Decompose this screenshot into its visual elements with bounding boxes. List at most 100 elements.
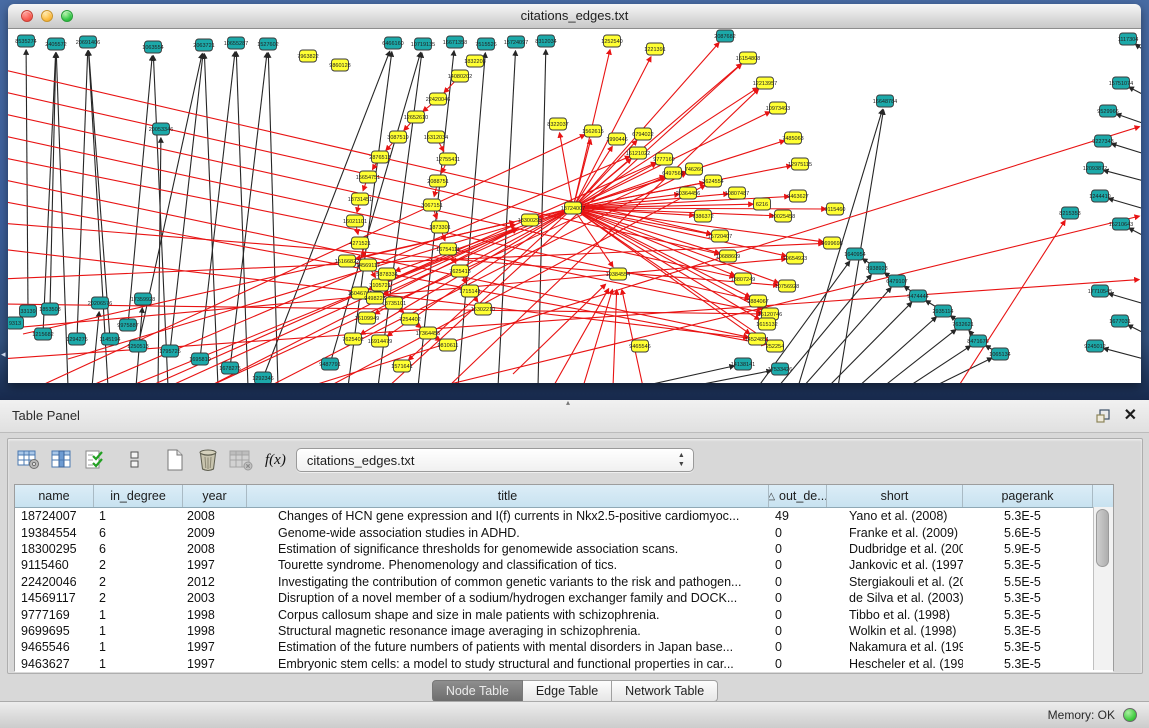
- graph-node[interactable]: 1615132: [756, 318, 777, 330]
- graph-node[interactable]: 17359928: [131, 293, 155, 305]
- graph-node[interactable]: 22420046: [426, 93, 450, 105]
- table-row[interactable]: 1872400712008Changes of HCN gene express…: [15, 508, 1113, 524]
- graph-node[interactable]: 9529966: [1097, 105, 1118, 117]
- graph-node[interactable]: 7625413: [449, 265, 470, 277]
- graph-node[interactable]: 1117304: [1118, 33, 1139, 45]
- graph-node[interactable]: 16754111: [436, 243, 460, 255]
- graph-node[interactable]: 7386372: [692, 210, 713, 222]
- table-row[interactable]: 2242004622012Investigating the contribut…: [15, 574, 1113, 590]
- graph-node[interactable]: 9245012: [1084, 340, 1105, 352]
- graph-node[interactable]: 10719135: [411, 38, 435, 50]
- column-header-name[interactable]: name: [15, 485, 94, 507]
- graph-node[interactable]: 20691406: [76, 36, 100, 48]
- table-row[interactable]: 977716911998Corpus callosum shape and si…: [15, 606, 1113, 622]
- graph-node[interactable]: 1065134: [989, 348, 1010, 360]
- graph-node[interactable]: 1695810: [189, 353, 210, 365]
- graph-node[interactable]: 14138141: [731, 358, 755, 370]
- graph-node[interactable]: 1832203: [464, 55, 485, 67]
- graph-node[interactable]: 9975887: [117, 319, 138, 331]
- graph-node[interactable]: 9227343: [1092, 135, 1113, 147]
- graph-node[interactable]: 7632621: [952, 318, 973, 330]
- graph-node[interactable]: 16648784: [873, 95, 897, 107]
- graph-node[interactable]: 16021101: [343, 215, 367, 227]
- graph-node[interactable]: 8938923: [866, 262, 887, 274]
- row-height-icon[interactable]: [120, 446, 150, 474]
- splitter-grip[interactable]: ▴: [566, 398, 569, 407]
- column-header-pagerank[interactable]: pagerank: [963, 485, 1093, 507]
- graph-node[interactable]: 2935114: [932, 305, 953, 317]
- graph-node[interactable]: 1990446: [606, 133, 627, 145]
- graph-node[interactable]: 9313: [8, 317, 24, 329]
- graph-node[interactable]: 9810611: [437, 339, 458, 351]
- table-row[interactable]: 1938455462009Genome-wide association stu…: [15, 524, 1113, 540]
- minimize-window-button[interactable]: [41, 10, 53, 22]
- graph-node[interactable]: 4271521: [349, 237, 370, 249]
- graph-node[interactable]: 1063554: [142, 41, 163, 53]
- graph-node[interactable]: 252254: [766, 340, 784, 352]
- graph-node[interactable]: 3105721: [369, 279, 390, 291]
- graph-node[interactable]: 12213957: [753, 77, 777, 89]
- graph-node[interactable]: 16154808: [736, 52, 760, 64]
- network-view-canvas[interactable]: 1872400783220371562615199044667940221612…: [8, 29, 1141, 383]
- graph-node[interactable]: 16302210: [471, 303, 495, 315]
- graph-node[interactable]: 9498223: [364, 292, 385, 304]
- column-header-in_degree[interactable]: in_degree: [94, 485, 183, 507]
- graph-node[interactable]: 18724007: [561, 202, 585, 214]
- graph-node[interactable]: 6479107: [886, 275, 907, 287]
- tab-edge-table[interactable]: Edge Table: [523, 680, 612, 702]
- graph-node[interactable]: 3087519: [387, 131, 408, 143]
- graph-node[interactable]: 1244419: [1089, 190, 1110, 202]
- table-selector-combobox[interactable]: citations_edges.txt ▲▼: [296, 448, 694, 472]
- graph-node[interactable]: 12652610: [404, 111, 428, 123]
- graph-node[interactable]: 10025458: [771, 210, 795, 222]
- zoom-window-button[interactable]: [61, 10, 73, 22]
- graph-node[interactable]: 2063721: [193, 39, 214, 51]
- graph-node[interactable]: 9860128: [329, 59, 350, 71]
- tab-node-table[interactable]: Node Table: [432, 680, 523, 702]
- graph-node[interactable]: 16312034: [424, 131, 448, 143]
- delete-table-icon[interactable]: [193, 446, 223, 474]
- graph-node[interactable]: 20053346: [149, 123, 173, 135]
- graph-node[interactable]: 1795725: [159, 345, 180, 357]
- graph-node[interactable]: 2876513: [369, 151, 390, 163]
- graph-node[interactable]: 2405572: [45, 38, 66, 50]
- graph-node[interactable]: 9115460: [824, 203, 845, 215]
- graph-node[interactable]: 1252540: [601, 35, 622, 47]
- graph-node[interactable]: 18807249: [731, 273, 755, 285]
- graph-node[interactable]: 7515526: [475, 38, 496, 50]
- table-row[interactable]: 1456911722003Disruption of a novel membe…: [15, 590, 1113, 606]
- graph-node[interactable]: 10973493: [766, 102, 790, 114]
- graph-node[interactable]: 2088751: [427, 175, 448, 187]
- column-header-out_de[interactable]: △out_de...: [769, 485, 827, 507]
- graph-node[interactable]: 10655287: [224, 37, 248, 49]
- network-window-titlebar[interactable]: citations_edges.txt: [8, 4, 1141, 29]
- graph-node[interactable]: 1677031: [1109, 315, 1130, 327]
- graph-node[interactable]: 746266: [685, 163, 703, 175]
- graph-node[interactable]: 9465546: [629, 340, 650, 352]
- table-row[interactable]: 946554611997Estimation of the future num…: [15, 639, 1113, 655]
- import-table-icon[interactable]: [226, 446, 256, 474]
- graph-node[interactable]: 17710545: [1088, 285, 1112, 297]
- graph-node[interactable]: 8312034: [535, 35, 556, 47]
- graph-node[interactable]: 3624554: [702, 175, 723, 187]
- select-rows-icon[interactable]: [80, 446, 110, 474]
- graph-node[interactable]: 16109949: [355, 312, 379, 324]
- graph-node[interactable]: 15751074: [1109, 77, 1133, 89]
- graph-node[interactable]: 7963822: [297, 50, 318, 62]
- float-panel-icon[interactable]: [1095, 408, 1111, 424]
- graph-node[interactable]: 1250513: [127, 340, 148, 352]
- graph-node[interactable]: 15724097: [504, 36, 528, 48]
- graph-node[interactable]: 6794022: [632, 128, 653, 140]
- close-panel-icon[interactable]: ✕: [1124, 405, 1137, 427]
- splitter-collapse-icon[interactable]: ◂: [1, 349, 6, 360]
- graph-node[interactable]: 18731451: [348, 193, 372, 205]
- tab-network-table[interactable]: Network Table: [612, 680, 718, 702]
- table-row[interactable]: 1830029562008Estimation of significance …: [15, 541, 1113, 557]
- graph-node[interactable]: 3067151: [421, 199, 442, 211]
- graph-node[interactable]: 1873301: [429, 221, 450, 233]
- graph-node[interactable]: 1221391: [644, 43, 665, 55]
- column-header-title[interactable]: title: [247, 485, 769, 507]
- graph-node[interactable]: 15720407: [708, 230, 732, 242]
- graph-node[interactable]: 18300295: [518, 214, 542, 226]
- graph-node[interactable]: 19384554: [606, 268, 630, 280]
